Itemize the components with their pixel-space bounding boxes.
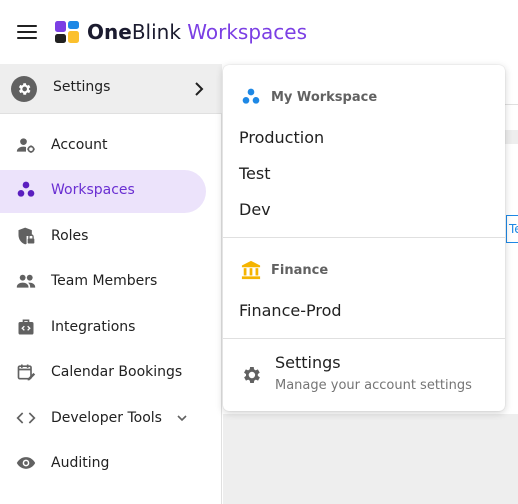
sidebar-item-auditing[interactable]: Auditing <box>0 441 222 487</box>
menu-hamburger-icon[interactable] <box>17 25 37 39</box>
calendar-edit-icon <box>16 362 36 382</box>
sidebar-item-label: Workspaces <box>51 182 135 199</box>
sidebar-item-calendar-bookings[interactable]: Calendar Bookings <box>0 350 222 396</box>
app-title: OneBlink Workspaces <box>87 16 307 48</box>
menu-item-finance-prod[interactable]: Finance-Prod <box>239 301 342 320</box>
eye-icon <box>16 453 36 473</box>
code-icon <box>16 408 36 428</box>
oneblink-logo-icon <box>55 21 79 43</box>
brand-regular: Blink <box>131 20 181 44</box>
sidebar-item-label: Account <box>51 136 108 153</box>
my-workspace-group-header: My Workspace <box>240 87 377 107</box>
sidebar-nav: Account Workspaces Roles Team Members In… <box>0 122 222 486</box>
partial-tab[interactable]: Te <box>506 215 518 243</box>
sidebar-item-label: Auditing <box>51 455 110 472</box>
menu-divider <box>223 237 505 238</box>
people-icon <box>16 271 36 291</box>
gear-icon <box>244 367 260 383</box>
sidebar-item-account[interactable]: Account <box>0 122 222 168</box>
menu-divider <box>223 338 505 339</box>
group-title: My Workspace <box>271 89 378 105</box>
sidebar-item-integrations[interactable]: Integrations <box>0 304 222 350</box>
sidebar-settings-toggle[interactable]: Settings <box>0 64 222 114</box>
sidebar-item-workspaces[interactable]: Workspaces <box>0 168 222 214</box>
settings-gear-icon <box>11 76 37 102</box>
sidebar-item-label: Integrations <box>51 318 136 335</box>
sidebar-item-label: Team Members <box>51 273 158 290</box>
integration-bag-icon <box>16 317 36 337</box>
content-strip <box>503 130 518 144</box>
divider <box>503 104 518 105</box>
chevron-right-icon <box>195 82 204 96</box>
bank-icon <box>240 260 262 280</box>
brand-bold: One <box>87 20 132 44</box>
sidebar-item-label: Roles <box>51 227 89 244</box>
brand-accent: Workspaces <box>187 20 308 44</box>
finance-group-header: Finance <box>240 260 328 280</box>
top-app-bar: OneBlink Workspaces <box>0 0 518 64</box>
workspace-menu: My Workspace Production Test Dev Finance… <box>223 65 505 411</box>
sidebar-item-label: Developer Tools <box>51 409 162 426</box>
settings-subtitle: Manage your account settings <box>275 378 472 393</box>
menu-item-production[interactable]: Production <box>239 128 324 147</box>
menu-item-dev[interactable]: Dev <box>239 200 271 219</box>
settings-title: Settings <box>275 353 341 372</box>
sidebar-item-team-members[interactable]: Team Members <box>0 259 222 305</box>
group-title: Finance <box>271 262 329 278</box>
menu-item-test[interactable]: Test <box>239 164 271 183</box>
workspaces-icon <box>240 87 262 107</box>
sidebar-settings-label: Settings <box>53 79 111 95</box>
workspaces-icon <box>16 180 36 200</box>
sidebar: Settings Account Workspaces Roles Team M… <box>0 64 222 504</box>
menu-item-settings[interactable]: Settings Manage your account settings <box>223 345 505 405</box>
sidebar-item-roles[interactable]: Roles <box>0 213 222 259</box>
shield-lock-icon <box>16 226 36 246</box>
sidebar-item-developer-tools[interactable]: Developer Tools <box>0 395 222 441</box>
account-cog-icon <box>16 135 36 155</box>
chevron-down-icon <box>177 415 187 421</box>
sidebar-item-label: Calendar Bookings <box>51 364 183 381</box>
